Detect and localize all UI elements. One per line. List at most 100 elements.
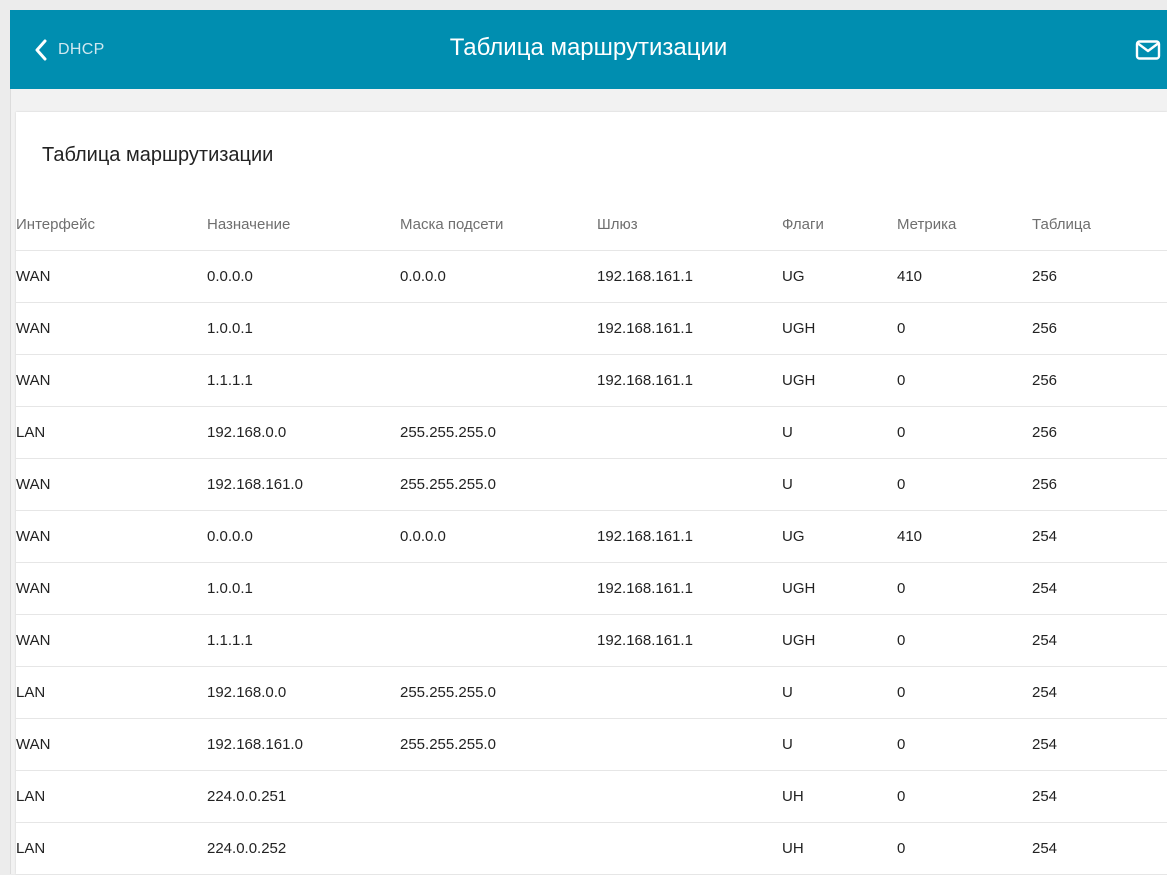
cell-gateway [597, 770, 782, 823]
cell-metric: 410 [897, 250, 1032, 303]
cell-metric: 0 [897, 770, 1032, 823]
table-row: LAN 192.168.0.0 255.255.255.0 U 0 254 [16, 666, 1167, 719]
cell-table: 254 [1032, 562, 1167, 615]
cell-destination: 1.1.1.1 [207, 354, 400, 407]
table-row: WAN 1.1.1.1 192.168.161.1 UGH 0 254 [16, 614, 1167, 667]
cell-gateway: 192.168.161.1 [597, 614, 782, 667]
cell-interface: LAN [16, 822, 207, 875]
cell-destination: 1.1.1.1 [207, 614, 400, 667]
cell-interface: WAN [16, 562, 207, 615]
cell-table: 254 [1032, 666, 1167, 719]
cell-flags: U [782, 406, 897, 459]
cell-metric: 0 [897, 354, 1032, 407]
table-row: LAN 224.0.0.251 UH 0 254 [16, 770, 1167, 823]
table-row: WAN 192.168.161.0 255.255.255.0 U 0 256 [16, 458, 1167, 511]
cell-metric: 0 [897, 822, 1032, 875]
cell-table: 256 [1032, 406, 1167, 459]
cell-metric: 0 [897, 666, 1032, 719]
cell-destination: 192.168.0.0 [207, 406, 400, 459]
cell-subnet-mask: 0.0.0.0 [400, 510, 597, 563]
cell-subnet-mask [400, 822, 597, 875]
cell-metric: 0 [897, 406, 1032, 459]
cell-flags: U [782, 718, 897, 771]
column-header-subnet-mask: Маска подсети [400, 198, 597, 251]
card-title: Таблица маршрутизации [42, 144, 274, 166]
cell-metric: 0 [897, 562, 1032, 615]
cell-flags: U [782, 666, 897, 719]
cell-subnet-mask [400, 614, 597, 667]
cell-destination: 0.0.0.0 [207, 250, 400, 303]
cell-interface: WAN [16, 510, 207, 563]
cell-flags: U [782, 458, 897, 511]
cell-destination: 224.0.0.251 [207, 770, 400, 823]
table-row: WAN 0.0.0.0 0.0.0.0 192.168.161.1 UG 410… [16, 510, 1167, 563]
cell-table: 256 [1032, 302, 1167, 355]
table-row: WAN 1.1.1.1 192.168.161.1 UGH 0 256 [16, 354, 1167, 407]
cell-destination: 192.168.161.0 [207, 718, 400, 771]
cell-metric: 410 [897, 510, 1032, 563]
cell-table: 254 [1032, 718, 1167, 771]
cell-gateway: 192.168.161.1 [597, 250, 782, 303]
cell-interface: WAN [16, 302, 207, 355]
cell-subnet-mask: 255.255.255.0 [400, 718, 597, 771]
table-row: LAN 224.0.0.252 UH 0 254 [16, 822, 1167, 875]
column-header-metric: Метрика [897, 198, 1032, 251]
cell-destination: 192.168.161.0 [207, 458, 400, 511]
cell-interface: WAN [16, 250, 207, 303]
table-row: WAN 1.0.0.1 192.168.161.1 UGH 0 256 [16, 302, 1167, 355]
cell-interface: WAN [16, 458, 207, 511]
cell-destination: 1.0.0.1 [207, 562, 400, 615]
cell-flags: UGH [782, 614, 897, 667]
cell-subnet-mask [400, 770, 597, 823]
cell-metric: 0 [897, 458, 1032, 511]
cell-gateway [597, 718, 782, 771]
cell-destination: 1.0.0.1 [207, 302, 400, 355]
table-row: WAN 192.168.161.0 255.255.255.0 U 0 254 [16, 718, 1167, 771]
top-header: DHCP Таблица маршрутизации [10, 10, 1167, 89]
cell-gateway [597, 406, 782, 459]
cell-metric: 0 [897, 718, 1032, 771]
cell-flags: UH [782, 822, 897, 875]
cell-gateway [597, 822, 782, 875]
cell-table: 254 [1032, 770, 1167, 823]
column-header-interface: Интерфейс [16, 198, 207, 251]
cell-gateway: 192.168.161.1 [597, 354, 782, 407]
cell-interface: WAN [16, 354, 207, 407]
cell-flags: UGH [782, 354, 897, 407]
table-row: WAN 1.0.0.1 192.168.161.1 UGH 0 254 [16, 562, 1167, 615]
envelope-icon[interactable] [1135, 39, 1161, 61]
cell-flags: UGH [782, 302, 897, 355]
table-row: WAN 0.0.0.0 0.0.0.0 192.168.161.1 UG 410… [16, 250, 1167, 303]
cell-subnet-mask: 255.255.255.0 [400, 406, 597, 459]
cell-subnet-mask [400, 562, 597, 615]
table-row: LAN 192.168.0.0 255.255.255.0 U 0 256 [16, 406, 1167, 459]
cell-gateway: 192.168.161.1 [597, 562, 782, 615]
routing-table-card: Таблица маршрутизации Интерфейс Назначен… [16, 112, 1167, 875]
cell-subnet-mask [400, 354, 597, 407]
column-header-gateway: Шлюз [597, 198, 782, 251]
cell-flags: UH [782, 770, 897, 823]
cell-gateway [597, 666, 782, 719]
cell-flags: UG [782, 250, 897, 303]
cell-destination: 192.168.0.0 [207, 666, 400, 719]
column-header-flags: Флаги [782, 198, 897, 251]
page-title: Таблица маршрутизации [449, 34, 728, 61]
cell-table: 254 [1032, 614, 1167, 667]
cell-interface: LAN [16, 770, 207, 823]
cell-subnet-mask [400, 302, 597, 355]
cell-interface: LAN [16, 406, 207, 459]
cell-subnet-mask: 255.255.255.0 [400, 458, 597, 511]
cell-subnet-mask: 255.255.255.0 [400, 666, 597, 719]
cell-destination: 0.0.0.0 [207, 510, 400, 563]
column-header-table: Таблица [1032, 198, 1167, 251]
routing-table: Интерфейс Назначение Маска подсети Шлюз … [16, 198, 1167, 875]
cell-table: 254 [1032, 822, 1167, 875]
table-header-row: Интерфейс Назначение Маска подсети Шлюз … [16, 198, 1167, 251]
column-header-destination: Назначение [207, 198, 400, 251]
cell-subnet-mask: 0.0.0.0 [400, 250, 597, 303]
cell-table: 256 [1032, 250, 1167, 303]
cell-flags: UGH [782, 562, 897, 615]
cell-metric: 0 [897, 614, 1032, 667]
cell-table: 256 [1032, 458, 1167, 511]
cell-interface: WAN [16, 718, 207, 771]
